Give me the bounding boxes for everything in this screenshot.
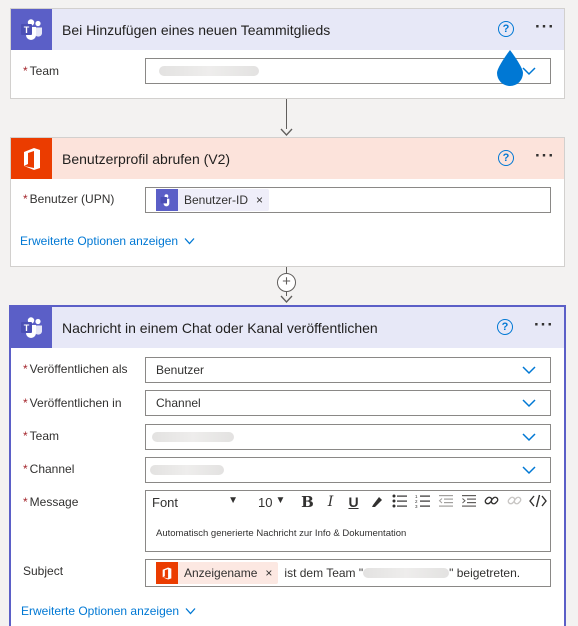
subject-team-value bbox=[363, 568, 450, 578]
chevron-down-icon bbox=[522, 366, 536, 375]
office-token-icon bbox=[156, 562, 178, 584]
help-icon[interactable]: ? bbox=[498, 21, 514, 37]
user-id-token[interactable]: Benutzer-ID × bbox=[156, 189, 270, 211]
channel-row: * Channel bbox=[11, 457, 564, 483]
show-advanced-options-label: Erweiterte Optionen anzeigen bbox=[20, 234, 179, 248]
subject-text-2: " beigetreten. bbox=[449, 566, 521, 580]
show-advanced-options-label: Erweiterte Optionen anzeigen bbox=[21, 604, 180, 618]
user-upn-input[interactable]: Benutzer-ID × bbox=[145, 187, 551, 213]
chevron-down-icon bbox=[185, 608, 196, 615]
get-user-profile-card[interactable]: Benutzerprofil abrufen (V2) ? ··· * Benut… bbox=[10, 137, 565, 267]
channel-dropdown[interactable] bbox=[145, 457, 551, 483]
connector-arrow-2 bbox=[280, 295, 293, 303]
team-label: * Team bbox=[23, 64, 60, 78]
connector-arrow-1 bbox=[280, 128, 293, 136]
help-icon[interactable]: ? bbox=[498, 150, 514, 166]
decrease-indent-icon[interactable] bbox=[434, 494, 457, 511]
more-options-button[interactable]: ··· bbox=[535, 146, 555, 166]
trigger-card-title: Bei Hinzufügen eines neuen Teammitglieds bbox=[62, 21, 331, 38]
post-message-card-header[interactable]: T Nachricht in einem Chat oder Kanal ver… bbox=[11, 307, 564, 348]
svg-text:T: T bbox=[23, 24, 29, 34]
link-icon[interactable] bbox=[480, 493, 503, 511]
teams-logo-icon: T bbox=[11, 9, 52, 50]
team-row: * Team bbox=[11, 58, 564, 84]
remove-token-button[interactable]: × bbox=[256, 193, 263, 207]
message-editor[interactable]: Font ▼ 10 ▼ B I U 123 Automatisch generi… bbox=[145, 490, 551, 552]
chevron-down-icon bbox=[522, 433, 536, 442]
channel-value bbox=[150, 465, 224, 475]
user-upn-label: * Benutzer (UPN) bbox=[23, 192, 115, 206]
increase-indent-icon[interactable] bbox=[457, 494, 480, 511]
channel-label: * Channel bbox=[23, 462, 75, 476]
team-value bbox=[152, 432, 234, 442]
svg-text:T: T bbox=[23, 322, 29, 332]
office-logo-icon bbox=[11, 138, 52, 179]
more-options-button[interactable]: ··· bbox=[535, 17, 555, 37]
get-user-profile-card-title: Benutzerprofil abrufen (V2) bbox=[62, 150, 231, 167]
message-text: Automatisch generierte Nachricht zur Inf… bbox=[156, 528, 407, 539]
font-size-dropdown[interactable]: 10 ▼ bbox=[258, 495, 296, 510]
team-dropdown[interactable] bbox=[145, 58, 551, 84]
show-advanced-options-link[interactable]: Erweiterte Optionen anzeigen bbox=[20, 234, 195, 248]
post-message-card[interactable]: T Nachricht in einem Chat oder Kanal ver… bbox=[9, 305, 566, 626]
bullet-list-icon[interactable] bbox=[388, 494, 411, 511]
add-step-button[interactable]: + bbox=[277, 273, 296, 292]
subject-text-1: ist dem Team " bbox=[284, 566, 364, 580]
more-options-button[interactable]: ··· bbox=[534, 315, 554, 335]
team-label: * Team bbox=[23, 429, 60, 443]
remove-token-button[interactable]: × bbox=[265, 566, 272, 580]
teams-token-icon bbox=[156, 189, 178, 211]
display-name-token-label: Anzeigename bbox=[184, 566, 258, 580]
bold-button[interactable]: B bbox=[296, 493, 319, 511]
cursor-drop-icon bbox=[497, 50, 523, 86]
team-row: * Team bbox=[11, 424, 564, 450]
rich-text-toolbar: Font ▼ 10 ▼ B I U 123 bbox=[146, 491, 550, 513]
chevron-down-icon bbox=[522, 399, 536, 408]
unlink-icon[interactable] bbox=[503, 493, 526, 511]
chevron-down-icon bbox=[522, 466, 536, 475]
post-as-row: * Veröffentlichen als Benutzer bbox=[11, 357, 564, 383]
trigger-card-header[interactable]: T Bei Hinzufügen eines neuen Teammitglie… bbox=[11, 9, 564, 50]
team-value bbox=[159, 66, 259, 76]
connector-line-1 bbox=[286, 99, 287, 129]
post-message-card-title: Nachricht in einem Chat oder Kanal veröf… bbox=[62, 319, 378, 336]
subject-label: Subject bbox=[23, 564, 64, 578]
team-dropdown[interactable] bbox=[145, 424, 551, 450]
message-label: * Message bbox=[23, 495, 79, 509]
post-as-dropdown[interactable]: Benutzer bbox=[145, 357, 551, 383]
code-view-icon[interactable] bbox=[526, 494, 549, 511]
post-in-label: * Veröffentlichen in bbox=[23, 396, 122, 410]
underline-button[interactable]: U bbox=[342, 494, 365, 510]
teams-logo-icon: T bbox=[11, 307, 52, 348]
trigger-card[interactable]: T Bei Hinzufügen eines neuen Teammitglie… bbox=[10, 8, 565, 99]
display-name-token[interactable]: Anzeigename × bbox=[156, 562, 279, 584]
italic-button[interactable]: I bbox=[319, 494, 342, 510]
highlight-icon[interactable] bbox=[365, 494, 388, 511]
get-user-profile-card-header[interactable]: Benutzerprofil abrufen (V2) ? ··· bbox=[11, 138, 564, 179]
font-family-dropdown[interactable]: Font ▼ bbox=[152, 495, 244, 510]
subject-input[interactable]: Anzeigename × ist dem Team " " beigetret… bbox=[145, 559, 551, 587]
user-id-token-label: Benutzer-ID bbox=[184, 193, 249, 207]
show-advanced-options-link[interactable]: Erweiterte Optionen anzeigen bbox=[21, 604, 196, 618]
chevron-down-icon bbox=[184, 238, 195, 245]
post-in-row: * Veröffentlichen in Channel bbox=[11, 390, 564, 416]
subject-row: Subject Anzeigename × ist dem Team " " b… bbox=[11, 559, 564, 587]
post-in-value: Channel bbox=[156, 396, 201, 410]
post-as-value: Benutzer bbox=[156, 363, 205, 377]
post-as-label: * Veröffentlichen als bbox=[23, 362, 128, 376]
post-in-dropdown[interactable]: Channel bbox=[145, 390, 551, 416]
user-upn-row: * Benutzer (UPN) Benutzer-ID × bbox=[11, 187, 564, 213]
help-icon[interactable]: ? bbox=[497, 319, 513, 335]
numbered-list-icon[interactable]: 123 bbox=[411, 494, 434, 511]
svg-text:3: 3 bbox=[415, 504, 418, 508]
